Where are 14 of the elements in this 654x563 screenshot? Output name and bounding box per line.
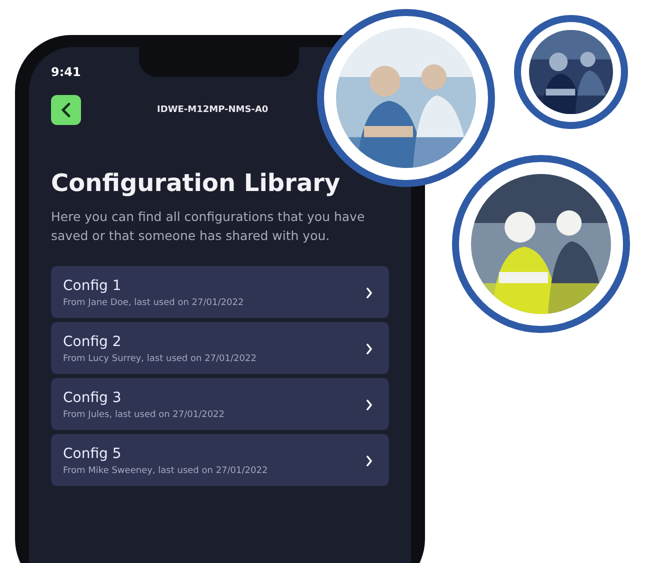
back-icon	[60, 102, 72, 118]
chevron-icon	[365, 398, 373, 411]
page-description: Here you can find all configurations that you have saved or that someone has shared with you.	[51, 208, 366, 246]
config-item[interactable]: Config 5 From Mike Sweeney, last used on 27/01/2022	[51, 434, 389, 486]
config-item[interactable]: Config 2 From Lucy Surrey, last used on 27/01/2022	[51, 322, 389, 374]
chevron-icon	[365, 286, 373, 299]
config-item[interactable]: Config 1 From Jane Doe, last used on 27/01/2022	[51, 266, 389, 318]
chevron-icon	[365, 454, 373, 467]
chevron-icon	[365, 342, 373, 355]
back-button[interactable]	[51, 95, 81, 125]
page-heading: Configuration Library	[51, 169, 342, 197]
status-time: 9:41	[51, 65, 82, 79]
device-title: IDWE-M12MP-NMS-A0	[157, 105, 268, 115]
config-item[interactable]: Config 3 From Jules, last used on 27/01/2022	[51, 378, 389, 430]
